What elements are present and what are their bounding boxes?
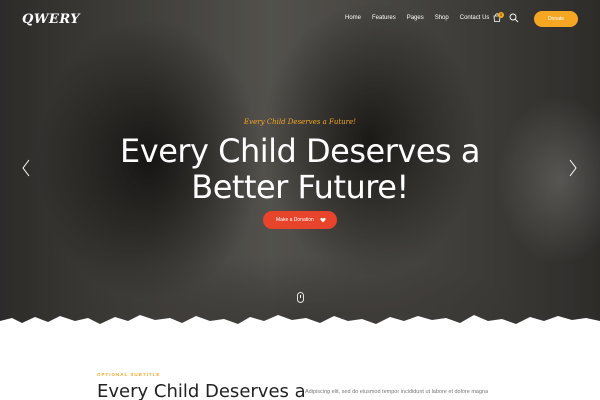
nav-item-shop[interactable]: Shop: [435, 15, 449, 21]
scroll-wheel: [300, 295, 301, 298]
nav-item-features[interactable]: Features: [372, 15, 396, 21]
section-text: Adipiscing elit, sed do eiusmod tempor i…: [305, 389, 489, 395]
section-title: Every Child Deserves a: [97, 381, 306, 400]
search-icon[interactable]: [509, 13, 519, 23]
make-donation-label: Make a Donation: [276, 217, 314, 223]
brand-logo[interactable]: QWERY: [22, 12, 80, 27]
heart-icon: [320, 217, 326, 223]
page: QWERY Home Features Pages Shop Contact U…: [0, 0, 600, 400]
make-donation-button[interactable]: Make a Donation: [263, 211, 337, 229]
nav-item-pages[interactable]: Pages: [407, 15, 424, 21]
section-subtitle: OPTIONAL SUBTITLE: [97, 372, 161, 377]
nav-item-contact[interactable]: Contact Us: [460, 15, 490, 21]
scroll-mouse-icon[interactable]: [297, 292, 304, 303]
chevron-left-icon[interactable]: [20, 158, 32, 178]
hero-headline: Every Child Deserves a Better Future!: [120, 132, 480, 206]
main-nav: Home Features Pages Shop Contact Us: [345, 15, 500, 21]
cart-count-badge: 0: [498, 12, 504, 18]
chevron-right-icon[interactable]: [567, 158, 579, 178]
hero-tagline: Every Child Deserves a Future!: [244, 118, 356, 126]
donate-button[interactable]: Donate: [534, 11, 578, 27]
nav-item-home[interactable]: Home: [345, 15, 361, 21]
torn-paper-edge: [0, 315, 600, 335]
